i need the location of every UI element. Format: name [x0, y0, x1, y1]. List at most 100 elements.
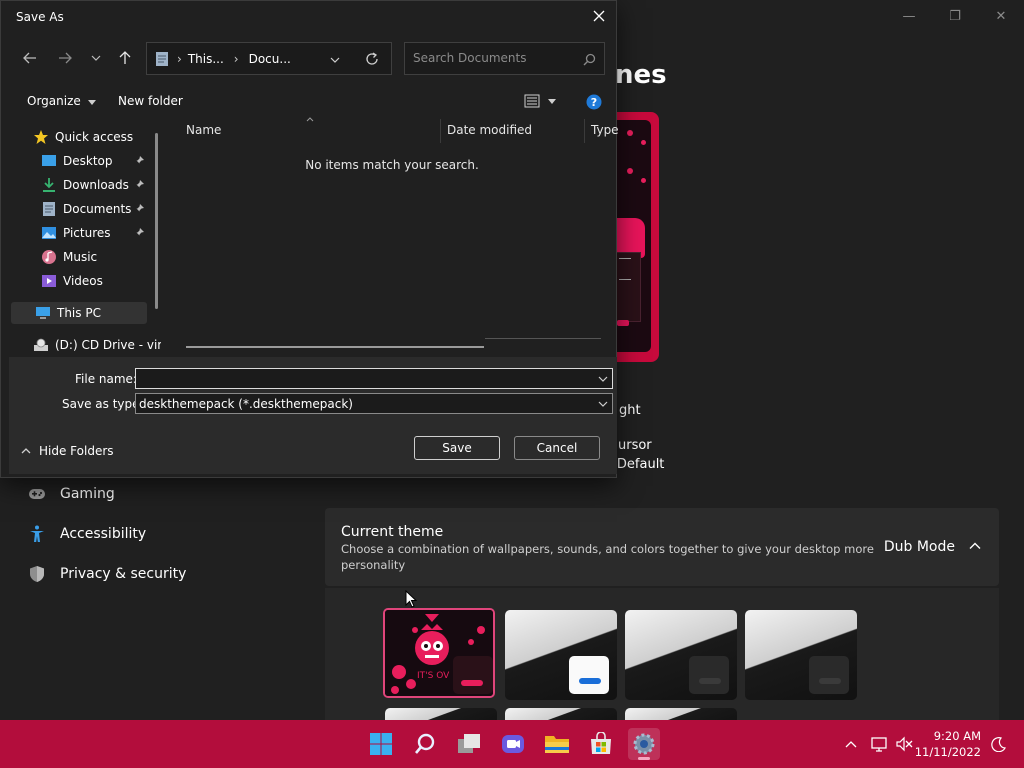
nav-downloads[interactable]: Downloads — [41, 174, 149, 196]
nav-videos[interactable]: Videos — [41, 270, 149, 292]
accessibility-icon — [28, 525, 46, 543]
current-theme-card[interactable]: Current theme Choose a combination of wa… — [325, 508, 999, 586]
nav-label: Desktop — [63, 154, 113, 168]
theme-thumbnail-windows-dark[interactable] — [625, 610, 737, 700]
volume-muted-icon — [896, 736, 913, 752]
refresh-icon[interactable] — [365, 52, 379, 66]
close-button[interactable] — [588, 5, 610, 27]
minimize-button[interactable]: — — [886, 0, 932, 32]
cancel-button[interactable]: Cancel — [514, 436, 600, 460]
breadcrumb-documents[interactable]: Docu... — [249, 52, 291, 66]
chevron-down-icon — [91, 55, 101, 61]
save-button[interactable]: Save — [414, 436, 500, 460]
start-button[interactable] — [365, 728, 397, 760]
chevron-up-icon — [845, 741, 857, 748]
sidebar-item-gaming[interactable]: Gaming — [28, 485, 115, 503]
maximize-button[interactable]: ❐ — [932, 0, 978, 32]
chevron-up-icon — [21, 448, 31, 454]
nav-quick-access[interactable]: Quick access — [33, 126, 153, 148]
show-hidden-icons-button[interactable] — [840, 720, 862, 768]
column-separator[interactable] — [440, 119, 441, 143]
column-date-modified[interactable]: Date modified — [447, 123, 532, 137]
settings-icon — [633, 733, 655, 755]
forward-button[interactable] — [54, 47, 76, 69]
chevron-down-icon[interactable] — [598, 374, 608, 384]
column-name[interactable]: Name — [186, 123, 221, 137]
nav-label: Downloads — [63, 178, 129, 192]
search-icon[interactable] — [583, 53, 596, 66]
videos-icon — [42, 275, 56, 287]
dialog-toolbar: Organize New folder ? — [1, 89, 618, 115]
taskbar: 9:20 AM 11/11/2022 — [0, 720, 1024, 768]
search-button[interactable] — [409, 728, 441, 760]
notification-button[interactable] — [988, 720, 1010, 768]
arrow-left-icon — [23, 52, 36, 64]
arrow-up-icon — [119, 51, 131, 64]
save-as-type-select[interactable]: deskthemepack (*.deskthemepack) — [135, 393, 613, 414]
breadcrumb-this-pc[interactable]: This... — [188, 52, 224, 66]
save-options-panel: File name: Save as type: deskthemepack (… — [9, 357, 617, 474]
nav-cd-drive[interactable]: (D:) CD Drive - vir — [33, 334, 161, 354]
recent-locations-button[interactable] — [85, 47, 107, 69]
new-folder-button[interactable]: New folder — [118, 94, 183, 108]
clock[interactable]: 9:20 AM 11/11/2022 — [915, 728, 981, 760]
volume-button[interactable] — [893, 720, 915, 768]
store-button[interactable] — [585, 728, 617, 760]
organize-label: Organize — [27, 94, 81, 108]
help-icon[interactable]: ? — [586, 94, 602, 110]
theme-thumbnail-windows-dark-2[interactable] — [745, 610, 857, 700]
up-button[interactable] — [114, 47, 136, 69]
cd-drive-icon — [34, 338, 48, 351]
organize-button[interactable]: Organize — [27, 94, 96, 108]
details-view-icon — [524, 94, 540, 108]
nav-documents[interactable]: Documents — [41, 198, 149, 220]
svg-text:IT'S OV: IT'S OV — [417, 671, 450, 681]
nav-pictures[interactable]: Pictures — [41, 222, 149, 244]
download-icon — [43, 178, 55, 192]
sidebar-item-label: Gaming — [60, 486, 115, 502]
focus-assist-icon — [991, 737, 1006, 752]
gaming-icon — [28, 485, 46, 503]
file-name-input[interactable] — [139, 371, 589, 386]
shield-icon — [28, 565, 46, 583]
pin-icon — [136, 228, 144, 236]
music-icon — [42, 250, 56, 264]
nav-label: Videos — [63, 274, 103, 288]
hide-folders-button[interactable]: Hide Folders — [21, 444, 114, 458]
file-name-field — [135, 368, 613, 389]
empty-message: No items match your search. — [305, 158, 479, 172]
file-explorer-button[interactable] — [541, 728, 573, 760]
caret-down-icon — [87, 100, 96, 105]
nav-music[interactable]: Music — [41, 246, 149, 268]
documents-icon — [156, 51, 168, 66]
task-view-button[interactable] — [453, 728, 485, 760]
current-theme-description: Choose a combination of wallpapers, soun… — [341, 542, 874, 572]
network-button[interactable] — [868, 720, 890, 768]
sidebar-item-privacy[interactable]: Privacy & security — [28, 565, 186, 583]
chevron-down-icon[interactable] — [330, 57, 340, 63]
nav-scrollbar[interactable] — [155, 133, 158, 309]
chat-button[interactable] — [497, 728, 529, 760]
current-theme-value: Dub Mode — [883, 539, 955, 555]
close-button[interactable]: ✕ — [978, 0, 1024, 32]
start-icon — [370, 733, 392, 755]
nav-this-pc[interactable]: This PC — [11, 302, 147, 324]
sidebar-item-accessibility[interactable]: Accessibility — [28, 525, 146, 543]
theme-thumbnail-dub-mode[interactable]: IT'S OV — [383, 608, 495, 698]
nav-label: This PC — [57, 306, 101, 320]
address-bar[interactable]: › This... › Docu... — [146, 42, 392, 75]
pin-icon — [136, 180, 144, 188]
hide-folders-label: Hide Folders — [39, 444, 114, 458]
theme-thumbnail-windows-light[interactable] — [505, 610, 617, 700]
back-button[interactable] — [19, 47, 41, 69]
star-icon — [34, 130, 48, 144]
settings-button[interactable] — [628, 728, 660, 760]
chevron-up-icon[interactable] — [967, 538, 983, 554]
horizontal-scrollbar[interactable] — [186, 346, 484, 348]
column-separator[interactable] — [584, 119, 585, 143]
search-input[interactable] — [413, 51, 583, 65]
view-options-button[interactable] — [524, 94, 556, 108]
column-type[interactable]: Type — [591, 123, 619, 137]
current-theme-title: Current theme — [341, 524, 444, 540]
nav-desktop[interactable]: Desktop — [41, 150, 149, 172]
